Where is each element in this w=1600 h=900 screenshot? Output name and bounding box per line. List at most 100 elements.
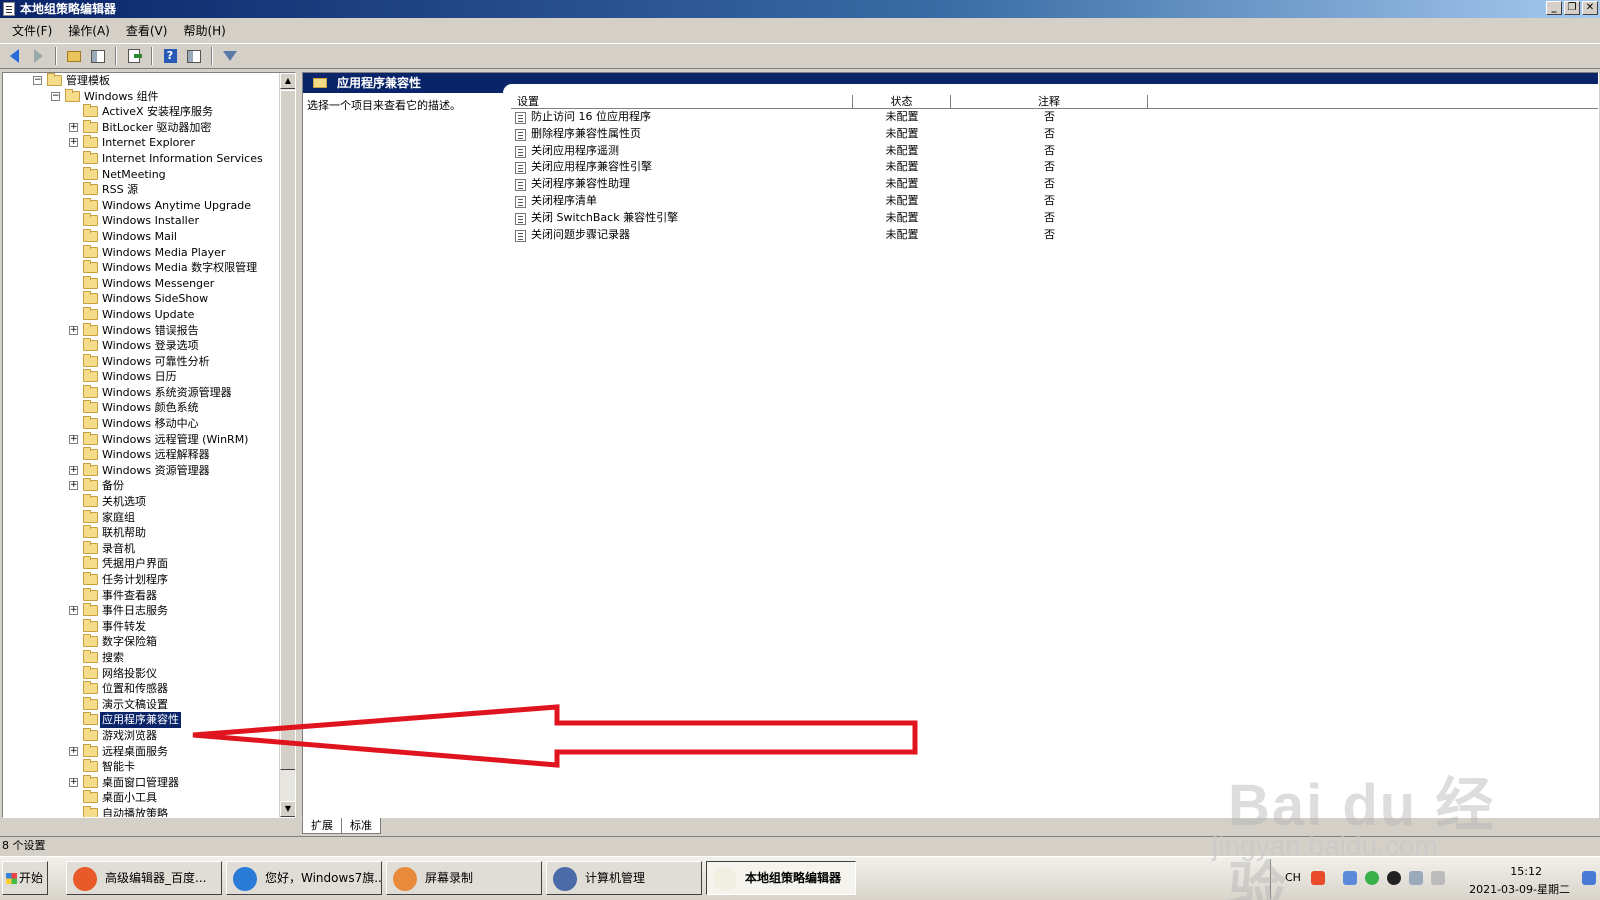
tree-item[interactable]: 位置和传感器 <box>3 681 281 697</box>
tree-item[interactable]: + 远程桌面服务 <box>3 743 281 760</box>
tree-item[interactable]: Windows 日历 <box>3 369 281 385</box>
tree-item[interactable]: 关机选项 <box>3 494 281 510</box>
menu-help[interactable]: 帮助(H) <box>175 22 233 39</box>
tree-item[interactable]: Windows Messenger <box>3 275 281 292</box>
minimize-button[interactable]: _ <box>1546 1 1562 15</box>
restore-button[interactable]: ❐ <box>1564 1 1580 15</box>
tree-item[interactable]: Windows 移动中心 <box>3 416 281 432</box>
tree-item[interactable]: Windows Media 数字权限管理 <box>3 260 281 276</box>
setting-row[interactable]: 关闭 SwitchBack 兼容性引擎 未配置 否 <box>511 210 1598 227</box>
tree-item[interactable]: Windows Update <box>3 306 281 323</box>
taskbar-button[interactable]: 本地组策略编辑器 <box>706 861 856 895</box>
collapse-icon[interactable]: − <box>51 91 60 101</box>
expand-icon[interactable]: + <box>69 138 78 148</box>
filter-icon[interactable] <box>220 46 240 66</box>
tree-item[interactable]: Windows Mail <box>3 228 281 245</box>
column-header-state[interactable]: 状态 <box>853 95 951 108</box>
setting-row[interactable]: 关闭程序清单 未配置 否 <box>511 193 1598 210</box>
qq-icon[interactable] <box>1387 871 1401 885</box>
back-arrow-icon[interactable] <box>4 46 24 66</box>
close-button[interactable]: ✕ <box>1582 1 1598 15</box>
column-header-setting[interactable]: 设置 <box>511 95 853 108</box>
show-hide-tree-icon[interactable] <box>88 46 108 66</box>
up-folder-icon[interactable] <box>64 46 84 66</box>
tree-item[interactable]: 凭据用户界面 <box>3 556 281 572</box>
tree-item[interactable]: 家庭组 <box>3 509 281 526</box>
tree-item[interactable]: RSS 源 <box>3 182 281 198</box>
tree-item[interactable]: 网络投影仪 <box>3 665 281 682</box>
setting-row[interactable]: 删除程序兼容性属性页 未配置 否 <box>511 126 1598 143</box>
menu-file[interactable]: 文件(F) <box>4 22 60 39</box>
tree-item[interactable]: 演示文稿设置 <box>3 696 281 713</box>
tree-item[interactable]: 事件转发 <box>3 618 281 635</box>
tree-item[interactable]: 桌面小工具 <box>3 790 281 806</box>
tree-item[interactable]: Internet Information Services <box>3 150 281 167</box>
tree-item[interactable]: + Windows 错误报告 <box>3 322 281 339</box>
tree-item[interactable]: + 事件日志服务 <box>3 603 281 619</box>
tree-item[interactable]: Windows 远程解释器 <box>3 447 281 463</box>
tree-item[interactable]: 自动播放策略 <box>3 805 281 817</box>
volume-icon[interactable] <box>1431 871 1445 885</box>
tree-item[interactable]: 事件查看器 <box>3 587 281 604</box>
start-button[interactable]: 开始 <box>2 861 48 895</box>
taskbar-button[interactable]: 计算机管理 <box>546 861 702 895</box>
collapse-icon[interactable]: − <box>33 76 42 85</box>
export-list-icon[interactable] <box>124 46 144 66</box>
tree-item[interactable]: Windows Installer <box>3 213 281 229</box>
security-icon[interactable] <box>1365 871 1379 885</box>
expand-icon[interactable]: + <box>69 746 78 756</box>
menu-action[interactable]: 操作(A) <box>60 22 118 39</box>
expand-icon[interactable]: + <box>69 434 78 444</box>
tree-item[interactable]: Windows SideShow <box>3 291 281 307</box>
column-header-comment[interactable]: 注释 <box>951 95 1148 108</box>
forward-arrow-icon[interactable] <box>28 46 48 66</box>
help-icon[interactable]: ? <box>160 46 180 66</box>
tree-item[interactable]: + BitLocker 驱动器加密 <box>3 119 281 136</box>
tree-scrollbar[interactable]: ▲ ▼ <box>279 73 295 817</box>
taskbar-button[interactable]: 高级编辑器_百度... <box>66 861 222 895</box>
expand-icon[interactable]: + <box>69 465 78 475</box>
scroll-down-button[interactable]: ▼ <box>280 801 295 817</box>
tab-standard[interactable]: 标准 <box>341 818 381 834</box>
language-indicator[interactable]: CH <box>1285 871 1301 884</box>
scroll-up-button[interactable]: ▲ <box>280 73 295 89</box>
tree-item[interactable]: Windows 系统资源管理器 <box>3 384 281 401</box>
expand-icon[interactable]: + <box>69 606 78 616</box>
network-monitor-icon[interactable] <box>1343 871 1357 885</box>
expand-icon[interactable]: + <box>69 481 78 491</box>
tree-item[interactable]: 任务计划程序 <box>3 572 281 588</box>
network-icon[interactable] <box>1409 871 1423 885</box>
tree-item[interactable]: + 桌面窗口管理器 <box>3 774 281 791</box>
tree-item[interactable]: Windows 登录选项 <box>3 338 281 354</box>
tree-item[interactable]: Windows Media Player <box>3 244 281 261</box>
expand-icon[interactable]: + <box>69 325 78 335</box>
input-method-icon[interactable] <box>1311 871 1325 885</box>
setting-row[interactable]: 关闭应用程序遥测 未配置 否 <box>511 143 1598 160</box>
setting-row[interactable]: 关闭应用程序兼容性引擎 未配置 否 <box>511 159 1598 176</box>
tree-item[interactable]: + 备份 <box>3 478 281 494</box>
tab-extended[interactable]: 扩展 <box>302 818 342 834</box>
tree-item[interactable]: 录音机 <box>3 540 281 557</box>
taskbar-button[interactable]: 屏幕录制 <box>386 861 542 895</box>
tree-item[interactable]: 游戏浏览器 <box>3 727 281 744</box>
tree-item[interactable]: 数字保险箱 <box>3 634 281 650</box>
scroll-thumb[interactable] <box>280 90 295 770</box>
menu-view[interactable]: 查看(V) <box>118 22 176 39</box>
tree-item[interactable]: 搜索 <box>3 649 281 666</box>
tree-item[interactable]: 智能卡 <box>3 759 281 775</box>
tree-item[interactable]: ActiveX 安装程序服务 <box>3 104 281 120</box>
clock-time[interactable]: 15:12 <box>1510 865 1542 878</box>
tree-item[interactable]: NetMeeting <box>3 166 281 183</box>
expand-icon[interactable]: + <box>69 122 78 132</box>
tree-item[interactable]: Windows 可靠性分析 <box>3 353 281 370</box>
tree-item[interactable]: + Windows 远程管理 (WinRM) <box>3 431 281 448</box>
setting-row[interactable]: 防止访问 16 位应用程序 未配置 否 <box>511 109 1598 126</box>
expand-icon[interactable]: + <box>69 777 78 787</box>
tree-item[interactable]: 联机帮助 <box>3 525 281 541</box>
tree-item[interactable]: Windows Anytime Upgrade <box>3 197 281 214</box>
tree-item[interactable]: + Windows 资源管理器 <box>3 462 281 479</box>
show-desktop-icon[interactable] <box>1582 871 1596 885</box>
tree-item-selected[interactable]: 应用程序兼容性 <box>3 712 281 728</box>
taskbar-button[interactable]: 您好，Windows7旗... <box>226 861 382 895</box>
tree-item[interactable]: − Windows 组件 <box>3 88 281 105</box>
